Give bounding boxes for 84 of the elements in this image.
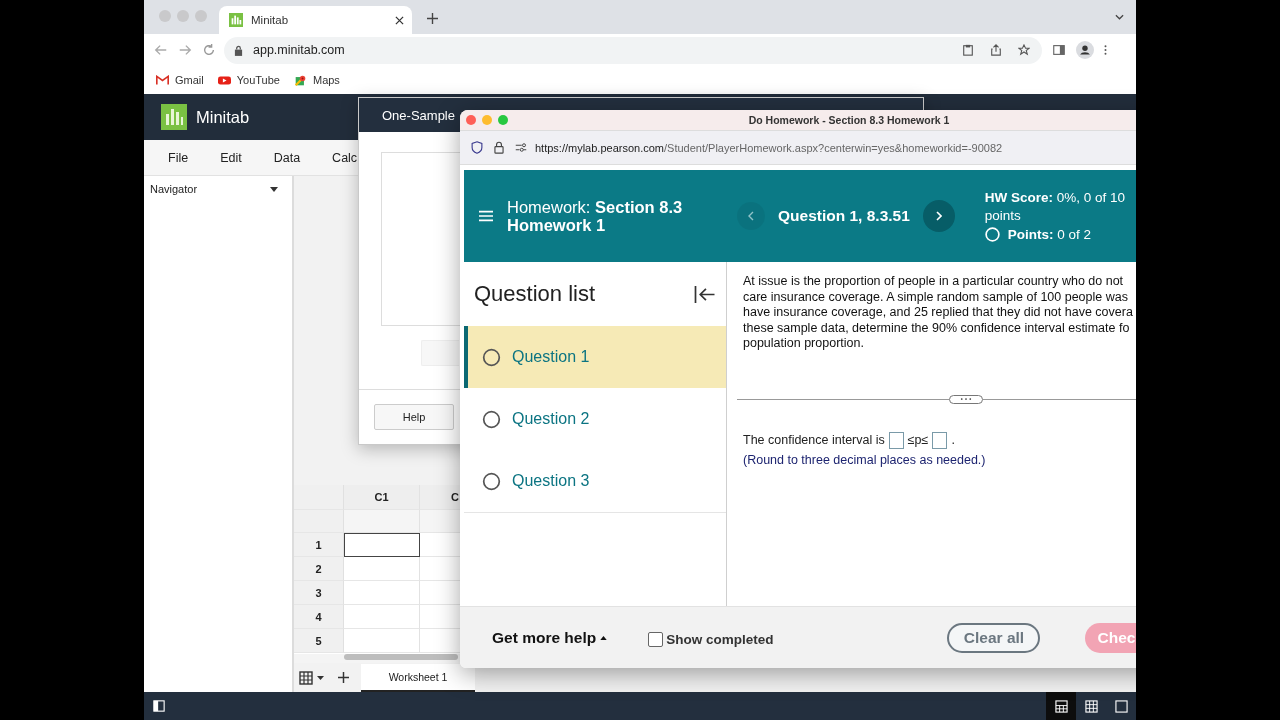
answer-prompt: The confidence interval is bbox=[743, 433, 885, 448]
hw-score: HW Score: 0%, 0 of 10 points bbox=[984, 188, 1127, 225]
question-list-item[interactable]: Question 1 bbox=[464, 326, 726, 388]
question-label: Question 1, 8.3.51 bbox=[778, 207, 910, 225]
bookmark[interactable]: Gmail bbox=[156, 74, 204, 86]
next-question-button[interactable] bbox=[922, 200, 955, 232]
points: Points: 0 of 2 bbox=[1007, 225, 1092, 244]
back-icon[interactable] bbox=[154, 43, 168, 57]
map-icon bbox=[293, 74, 307, 86]
mail-icon bbox=[156, 74, 169, 86]
menu-item[interactable]: Edit bbox=[219, 150, 243, 165]
clipboard-icon[interactable] bbox=[962, 44, 974, 56]
bookmark[interactable]: Maps bbox=[293, 74, 340, 86]
split-view-icon bbox=[1054, 699, 1068, 713]
caret-icon bbox=[600, 635, 608, 640]
expand-handle[interactable] bbox=[949, 394, 983, 404]
question-list-item[interactable]: Question 2 bbox=[464, 388, 726, 450]
worksheet-tab[interactable]: Worksheet 1 bbox=[361, 663, 475, 692]
question-text: At issue is the proportion of people in a particular country who do not care insurance coverage. A simple random sample of 100 people was have insurance coverage, and 25 replied that they did not have covera these sample data, determine the 90% confidence interval estimate fo population proportion. bbox=[743, 274, 1133, 352]
forward-icon[interactable] bbox=[178, 43, 192, 57]
navigator-dropdown[interactable]: Navigator bbox=[144, 176, 292, 195]
square-view-icon bbox=[1114, 699, 1128, 713]
menu-item[interactable]: Data bbox=[272, 150, 302, 165]
app-logo-icon bbox=[161, 104, 187, 130]
row-number: 3 bbox=[294, 581, 344, 605]
table-cell[interactable] bbox=[344, 533, 420, 557]
row-number: 2 bbox=[294, 557, 344, 581]
help-button[interactable]: Help bbox=[374, 404, 454, 430]
app-name: Minitab bbox=[196, 107, 250, 127]
row-number: 4 bbox=[294, 605, 344, 629]
question-list-item[interactable]: Question 3 bbox=[464, 450, 726, 512]
play-icon bbox=[217, 74, 231, 86]
column-name-cell[interactable] bbox=[344, 510, 420, 533]
answer-box[interactable] bbox=[888, 431, 904, 449]
radio-icon bbox=[482, 409, 501, 429]
row-number: 1 bbox=[294, 533, 344, 557]
question-list-heading: Question list bbox=[474, 281, 596, 307]
new-tab-icon[interactable] bbox=[427, 13, 438, 24]
chevron-left-icon bbox=[748, 211, 754, 221]
window-title: Do Homework - Section 8.3 Homework 1 bbox=[748, 114, 950, 126]
caret-icon bbox=[270, 186, 278, 192]
collapse-panel-icon[interactable] bbox=[694, 284, 716, 304]
close-icon[interactable] bbox=[395, 15, 404, 25]
circle-icon bbox=[984, 227, 1000, 242]
reload-icon[interactable] bbox=[202, 43, 216, 57]
app-logo-icon bbox=[229, 13, 243, 27]
profile-icon[interactable] bbox=[1076, 41, 1094, 59]
permissions-icon[interactable] bbox=[515, 141, 527, 154]
sheet-menu-icon[interactable] bbox=[299, 670, 325, 685]
browser-tab[interactable]: Minitab bbox=[219, 6, 412, 34]
answer-box[interactable] bbox=[932, 431, 948, 449]
share-icon[interactable] bbox=[990, 44, 1002, 56]
radio-icon bbox=[482, 471, 501, 491]
address-bar[interactable]: app.minitab.com bbox=[224, 36, 1042, 64]
zoom-window-control[interactable] bbox=[498, 115, 508, 125]
menu-icon[interactable] bbox=[1104, 44, 1107, 56]
star-icon[interactable] bbox=[1018, 44, 1030, 56]
hint-text: (Round to three decimal places as needed.) bbox=[743, 452, 987, 467]
view-button[interactable] bbox=[1046, 692, 1076, 720]
dots-icon bbox=[960, 397, 972, 402]
lock-icon[interactable] bbox=[493, 141, 505, 154]
row-number: 5 bbox=[294, 629, 344, 653]
add-sheet-icon[interactable] bbox=[338, 672, 349, 683]
inequality-text: ≤p≤ bbox=[907, 433, 929, 448]
menu-item[interactable]: File bbox=[167, 150, 190, 165]
panel-toggle-icon[interactable] bbox=[153, 700, 165, 712]
sentence-period: . bbox=[951, 433, 955, 448]
show-completed-checkbox[interactable]: Show completed bbox=[648, 632, 774, 647]
lock-icon bbox=[234, 44, 243, 56]
get-more-help-button[interactable]: Get more help bbox=[492, 628, 608, 647]
homework-title: Homework: Section 8.3 Homework 1 bbox=[507, 198, 684, 234]
chevron-down-icon[interactable] bbox=[1115, 14, 1124, 20]
grid-view-icon bbox=[1084, 699, 1098, 713]
scrollbar[interactable] bbox=[344, 654, 458, 660]
clear-all-button[interactable]: Clear all bbox=[947, 622, 1041, 653]
bookmark[interactable]: YouTube bbox=[217, 74, 280, 86]
dialog-title: One-Sample bbox=[382, 107, 455, 123]
radio-icon bbox=[482, 347, 501, 367]
menu-item[interactable]: Calc bbox=[331, 150, 359, 165]
chevron-right-icon bbox=[935, 211, 942, 221]
sidebar-icon[interactable] bbox=[1052, 43, 1066, 57]
shield-icon[interactable] bbox=[471, 141, 483, 154]
close-window-control[interactable] bbox=[466, 115, 476, 125]
menu-icon[interactable] bbox=[479, 210, 493, 222]
